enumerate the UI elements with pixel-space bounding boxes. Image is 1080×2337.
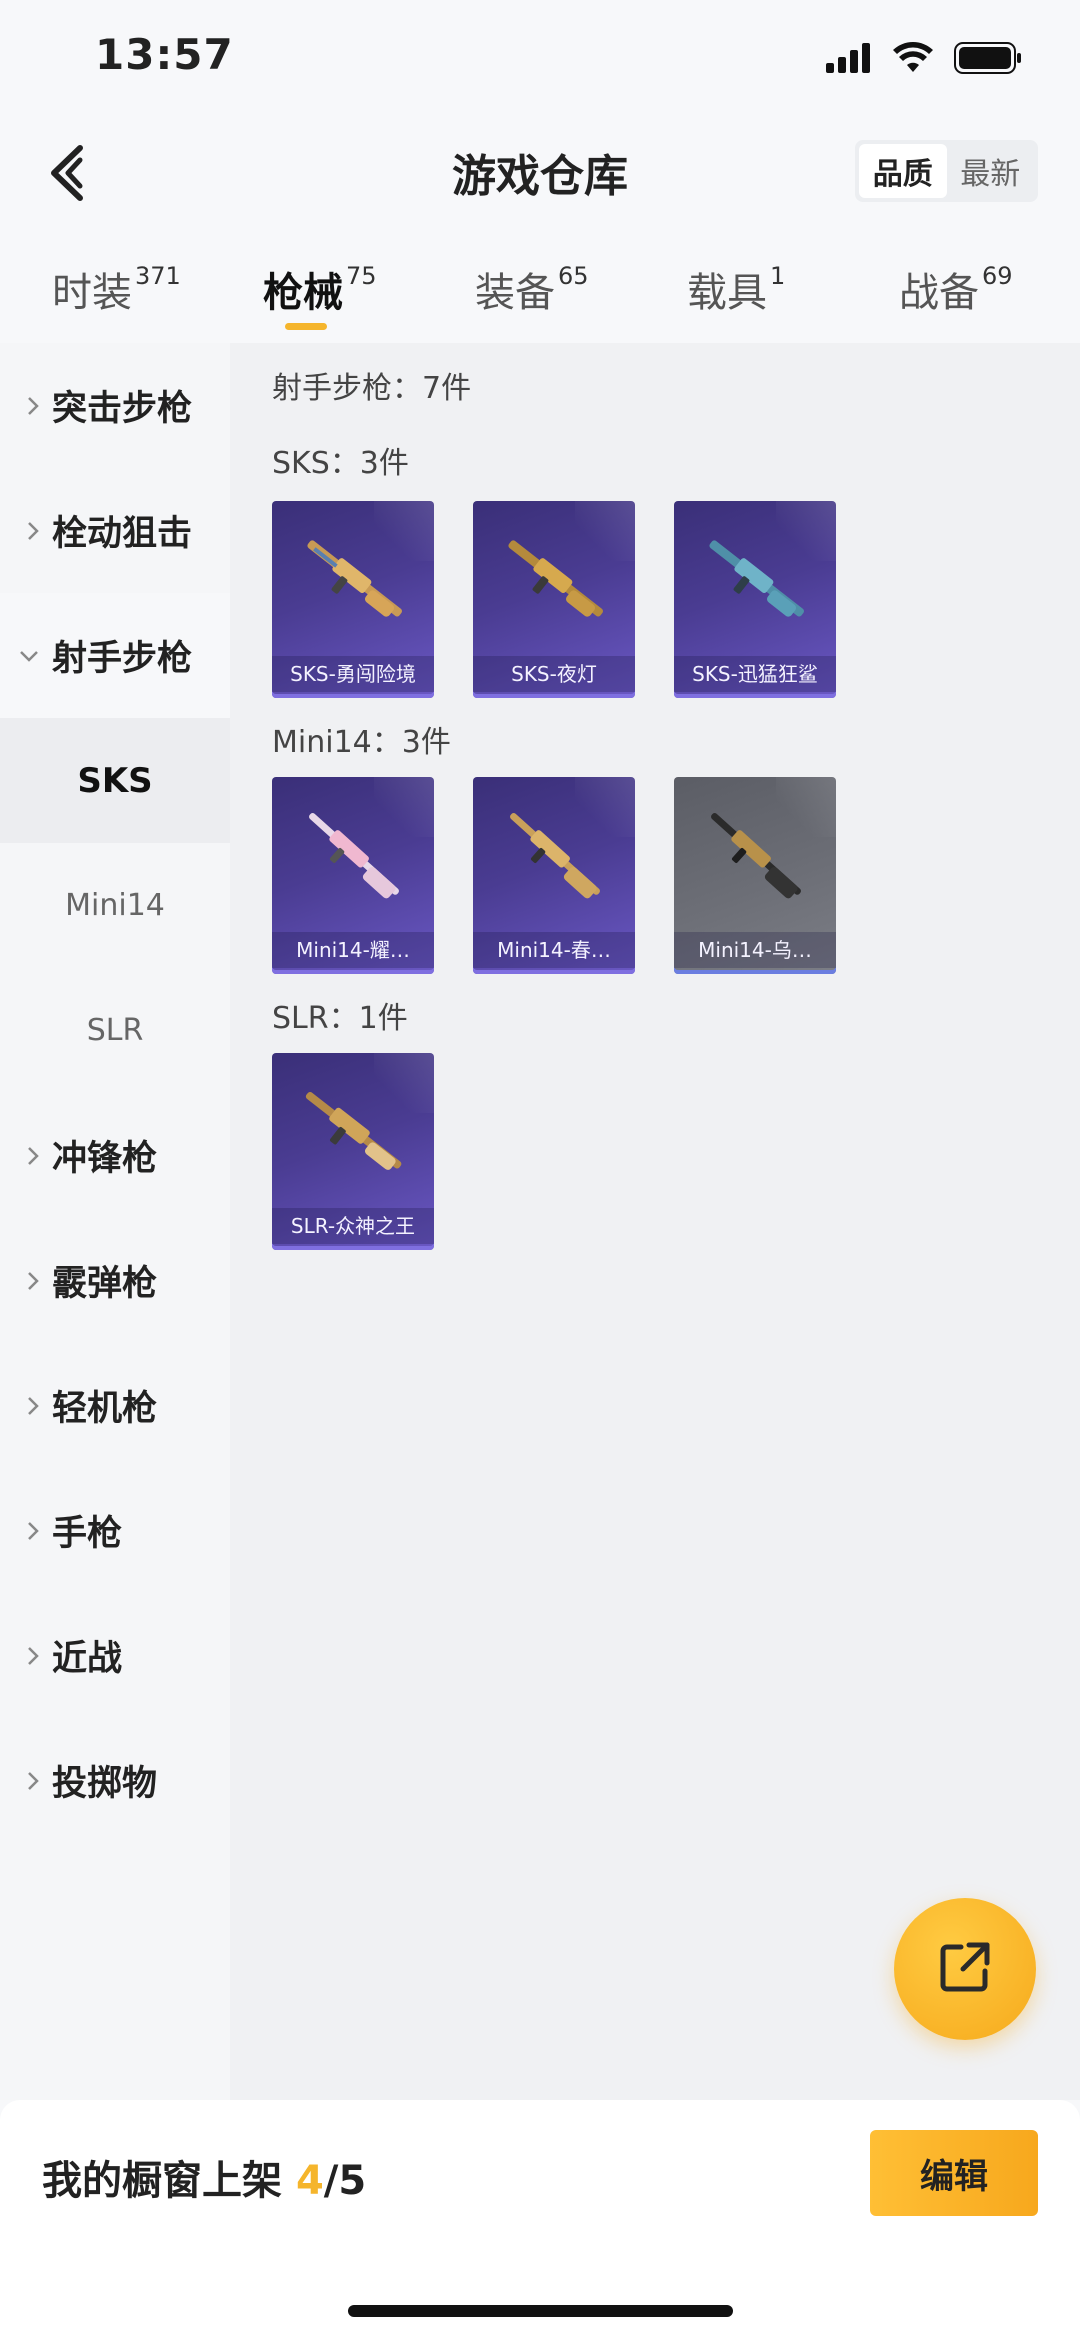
chevron-right-icon [0, 1270, 52, 1292]
category-tabs: 时装 371 枪械 75 装备 65 载具 1 战备 69 [0, 240, 1080, 340]
active-tab-indicator [285, 323, 327, 330]
sidebar-item-shotgun[interactable]: 霰弹枪 [0, 1218, 230, 1343]
tab-count: 69 [982, 262, 1013, 290]
tab-label: 枪械 [263, 270, 343, 316]
sort-quality-button[interactable]: 品质 [859, 144, 947, 198]
tab-count: 65 [558, 262, 589, 290]
item-card[interactable]: SKS-迅猛狂鲨 [674, 501, 836, 698]
item-name: SKS-夜灯 [473, 656, 635, 692]
sidebar-item-smg[interactable]: 冲锋枪 [0, 1093, 230, 1218]
status-time: 13:57 [95, 30, 234, 79]
shelf-status: 我的橱窗上架 4/5 [42, 2148, 366, 2206]
chevron-right-icon [0, 1145, 52, 1167]
sidebar-item-label: 轻机枪 [52, 1389, 158, 1429]
status-bar: 13:57 [0, 0, 1080, 120]
tab-label: 时装 [52, 270, 132, 316]
sidebar-item-label: 霰弹枪 [52, 1264, 158, 1304]
home-indicator[interactable] [348, 2305, 733, 2317]
tab-label: 载具 [687, 270, 767, 316]
share-button[interactable] [894, 1898, 1036, 2040]
sort-toggle: 品质 最新 [855, 140, 1038, 202]
tab-fashion[interactable]: 时装 371 [52, 260, 181, 318]
item-name: SKS-勇闯险境 [272, 656, 434, 692]
tab-vehicles[interactable]: 载具 1 [687, 260, 785, 318]
sidebar-item-label: 突击步枪 [52, 389, 193, 429]
tab-count: 371 [135, 262, 181, 290]
sidebar-item-label: 冲锋枪 [52, 1139, 158, 1179]
item-card[interactable]: SKS-夜灯 [473, 501, 635, 698]
wifi-icon [892, 42, 934, 78]
item-name: Mini14-乌… [674, 932, 836, 968]
item-name: SLR-众神之王 [272, 1208, 434, 1244]
edit-button[interactable]: 编辑 [870, 2130, 1038, 2216]
sidebar-item-dmr[interactable]: 射手步枪 [0, 593, 230, 718]
status-icons [826, 42, 1022, 78]
sort-newest-button[interactable]: 最新 [947, 144, 1035, 198]
tab-count: 75 [346, 262, 377, 290]
sidebar-item-throwable[interactable]: 投掷物 [0, 1718, 230, 1843]
sidebar-item-label: 手枪 [52, 1514, 123, 1554]
item-name: SKS-迅猛狂鲨 [674, 656, 836, 692]
shelf-total-count: /5 [323, 2158, 367, 2204]
shelf-current-count: 4 [295, 2158, 324, 2204]
tab-equipment[interactable]: 装备 65 [475, 260, 589, 318]
item-card[interactable]: Mini14-春… [473, 777, 635, 974]
chevron-right-icon [0, 1645, 52, 1667]
tab-guns[interactable]: 枪械 75 [263, 260, 377, 318]
group-title-sks: SKS：3件 [272, 446, 409, 481]
sidebar-item-label: 栓动狙击 [52, 514, 193, 554]
chevron-right-icon [0, 1520, 52, 1542]
category-title: 射手步枪：7件 [272, 371, 472, 406]
sidebar: 突击步枪 栓动狙击 射手步枪 SKS Mini14 SLR 冲锋枪 霰弹枪 轻机… [0, 343, 230, 2100]
sidebar-subitem-mini14[interactable]: Mini14 [0, 843, 230, 968]
chevron-right-icon [0, 1770, 52, 1792]
group-title-slr: SLR：1件 [272, 1001, 408, 1036]
sidebar-item-label: 近战 [52, 1639, 123, 1679]
chevron-right-icon [0, 520, 52, 542]
external-link-icon [935, 1937, 995, 2001]
chevron-right-icon [0, 395, 52, 417]
item-grid-panel: 射手步枪：7件 SKS：3件 SKS-勇闯险境 SKS-夜灯 SKS-迅猛狂鲨 … [230, 343, 1080, 2100]
bottom-bar: 我的橱窗上架 4/5 编辑 [0, 2100, 1080, 2337]
sidebar-item-lmg[interactable]: 轻机枪 [0, 1343, 230, 1468]
sidebar-item-melee[interactable]: 近战 [0, 1593, 230, 1718]
sidebar-subitem-slr[interactable]: SLR [0, 968, 230, 1093]
sidebar-item-bolt-sniper[interactable]: 栓动狙击 [0, 468, 230, 593]
shelf-label: 我的橱窗上架 [42, 2158, 282, 2204]
battery-icon [954, 42, 1022, 78]
item-card[interactable]: SLR-众神之王 [272, 1053, 434, 1250]
sidebar-item-label: 射手步枪 [52, 639, 193, 679]
group-title-mini14: Mini14：3件 [272, 725, 451, 760]
sidebar-subitem-sks[interactable]: SKS [0, 718, 230, 843]
item-card[interactable]: Mini14-耀… [272, 777, 434, 974]
chevron-down-icon [0, 649, 52, 663]
tab-supplies[interactable]: 战备 69 [899, 260, 1013, 318]
item-card[interactable]: SKS-勇闯险境 [272, 501, 434, 698]
item-name: Mini14-耀… [272, 932, 434, 968]
sidebar-item-pistol[interactable]: 手枪 [0, 1468, 230, 1593]
signal-icon [826, 43, 872, 77]
header: 游戏仓库 品质 最新 [0, 120, 1080, 225]
item-name: Mini14-春… [473, 932, 635, 968]
chevron-right-icon [0, 1395, 52, 1417]
sidebar-item-label: 投掷物 [52, 1764, 158, 1804]
tab-label: 装备 [475, 270, 555, 316]
tab-label: 战备 [899, 270, 979, 316]
item-card[interactable]: Mini14-乌… [674, 777, 836, 974]
sidebar-item-assault-rifle[interactable]: 突击步枪 [0, 343, 230, 468]
tab-count: 1 [770, 262, 786, 290]
